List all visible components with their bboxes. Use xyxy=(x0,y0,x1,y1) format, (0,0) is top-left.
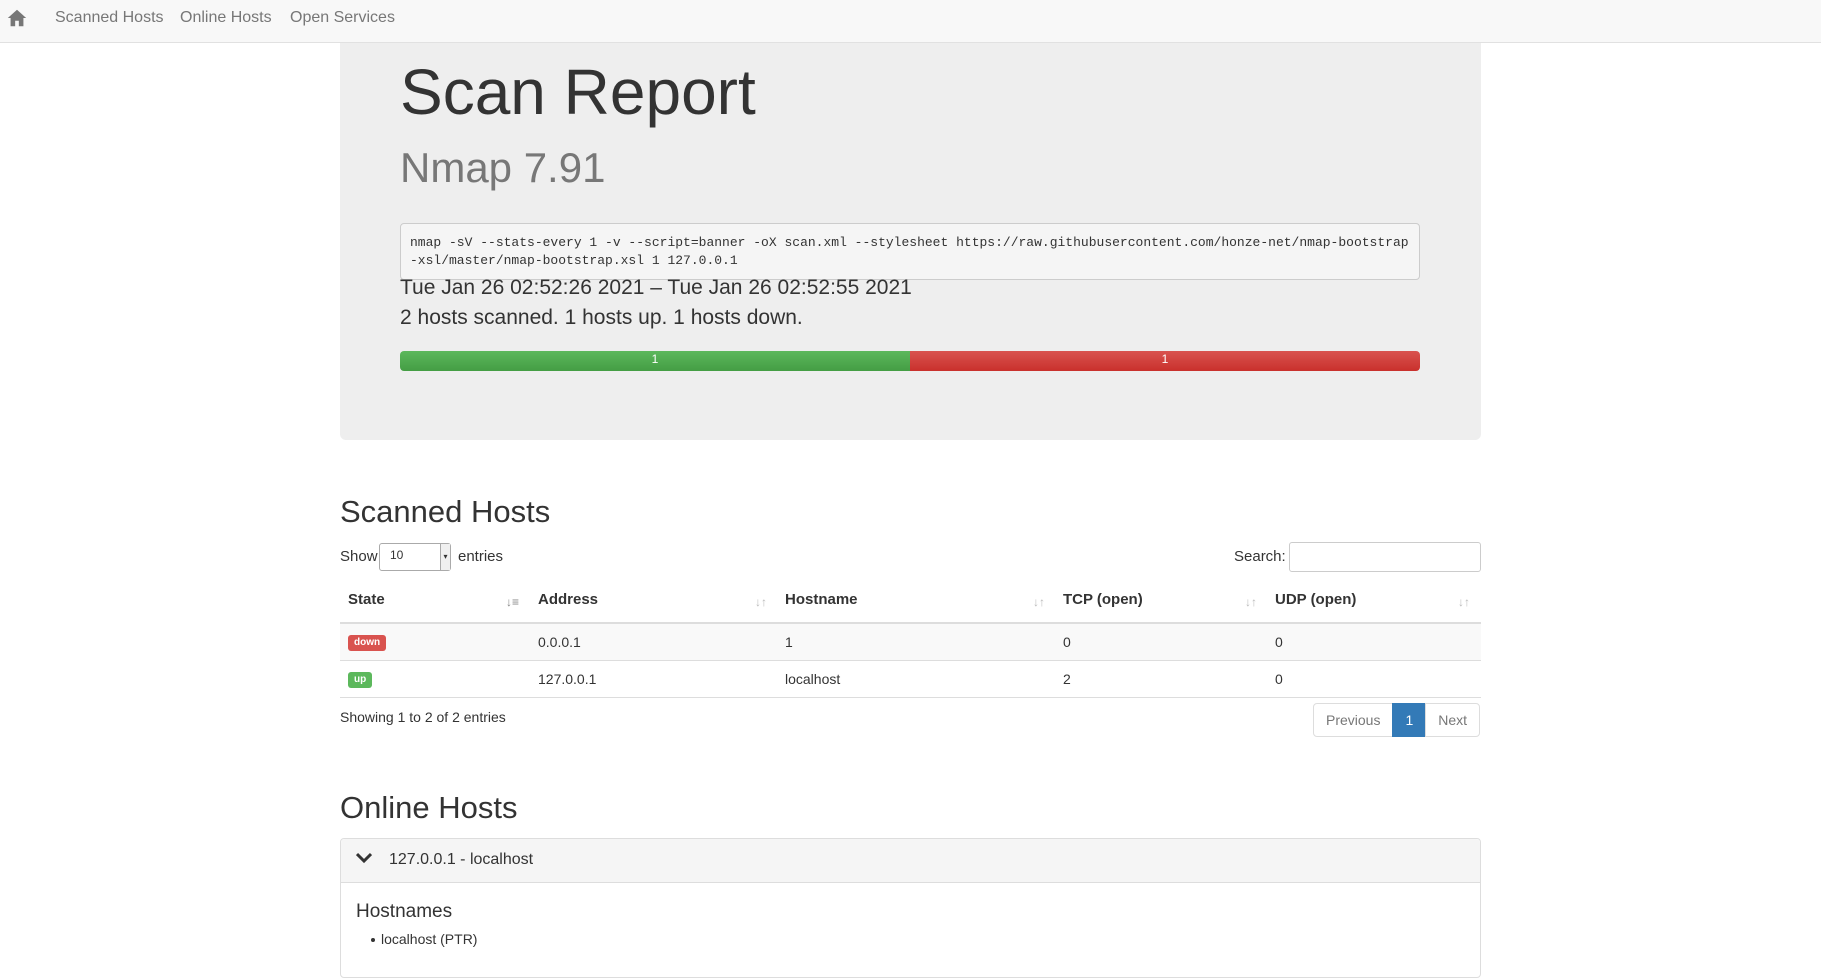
scanned-hosts-heading: Scanned Hosts xyxy=(340,494,551,529)
pagination: Previous 1 Next xyxy=(1313,703,1481,737)
home-icon[interactable] xyxy=(6,7,28,29)
hostname-entry: localhost (PTR) xyxy=(381,931,478,947)
col-udp[interactable]: UDP (open) xyxy=(1275,584,1356,622)
host-status-progress: 1 1 xyxy=(400,351,1420,371)
sort-icon: ↓↑ xyxy=(1245,595,1257,609)
table-header: State ↓≡ Address ↓↑ Hostname ↓↑ TCP (ope… xyxy=(340,584,1481,624)
report-header: Scan Report Nmap 7.91 nmap -sV --stats-e… xyxy=(340,43,1481,440)
status-badge: up xyxy=(348,672,373,689)
select-arrow-icon: ▾ xyxy=(440,544,450,570)
udp-cell: 0 xyxy=(1275,671,1283,687)
hostnames-heading: Hostnames xyxy=(356,901,453,922)
address-cell: 0.0.0.1 xyxy=(538,634,581,650)
scan-time-range: Tue Jan 26 02:52:26 2021 – Tue Jan 26 02… xyxy=(400,276,912,299)
nmap-command: nmap -sV --stats-every 1 -v --script=ban… xyxy=(400,223,1420,280)
table-info: Showing 1 to 2 of 2 entries xyxy=(340,709,506,725)
host-panel: 127.0.0.1 - localhost Hostnames localhos… xyxy=(340,838,1481,978)
page-title: Scan Report xyxy=(400,56,756,128)
entries-select-value: 10 xyxy=(390,548,404,562)
entries-select[interactable]: 10 ▾ xyxy=(379,543,451,571)
list-item: localhost (PTR) xyxy=(371,931,477,947)
search-label: Search: xyxy=(1234,548,1286,565)
page-1-button[interactable]: 1 xyxy=(1392,703,1427,737)
online-hosts-heading: Online Hosts xyxy=(340,790,518,825)
hosts-up-bar: 1 xyxy=(400,351,910,371)
col-tcp-label: TCP (open) xyxy=(1063,591,1143,608)
chevron-down-icon xyxy=(356,852,372,864)
col-address-label: Address xyxy=(538,591,599,608)
col-tcp[interactable]: TCP (open) xyxy=(1063,584,1143,622)
col-hostname-label: Hostname xyxy=(785,591,858,608)
sort-icon: ↓↑ xyxy=(755,595,767,609)
sort-icon: ↓↑ xyxy=(1033,595,1045,609)
hostname-cell: 1 xyxy=(785,634,793,650)
navbar: Scanned Hosts Online Hosts Open Services xyxy=(0,0,1821,43)
hostname-cell: localhost xyxy=(785,671,841,687)
address-cell: 127.0.0.1 xyxy=(538,671,597,687)
sort-asc-icon: ↓≡ xyxy=(506,595,520,609)
udp-cell: 0 xyxy=(1275,634,1283,650)
next-button[interactable]: Next xyxy=(1425,703,1481,737)
host-panel-title: 127.0.0.1 - localhost xyxy=(389,851,534,868)
nav-online-hosts[interactable]: Online Hosts xyxy=(180,9,272,27)
entries-label: entries xyxy=(458,548,504,565)
nav-open-services[interactable]: Open Services xyxy=(290,9,395,27)
tcp-cell: 2 xyxy=(1063,671,1071,687)
scanned-hosts-table: State ↓≡ Address ↓↑ Hostname ↓↑ TCP (ope… xyxy=(340,584,1481,698)
table-row: up 127.0.0.1 localhost 2 0 xyxy=(340,661,1481,698)
col-hostname[interactable]: Hostname xyxy=(785,584,858,622)
status-badge: down xyxy=(348,635,387,652)
previous-button[interactable]: Previous xyxy=(1313,703,1394,737)
scan-summary: 2 hosts scanned. 1 hosts up. 1 hosts dow… xyxy=(400,306,803,329)
search-input[interactable] xyxy=(1289,542,1481,572)
col-udp-label: UDP (open) xyxy=(1275,591,1357,608)
tcp-cell: 0 xyxy=(1063,634,1071,650)
hosts-down-bar: 1 xyxy=(910,351,1420,371)
nmap-version: Nmap 7.91 xyxy=(400,144,606,191)
sort-icon: ↓↑ xyxy=(1458,595,1470,609)
bullet xyxy=(371,938,375,943)
col-state-label: State xyxy=(348,591,385,608)
col-address[interactable]: Address xyxy=(538,584,598,622)
nav-scanned-hosts[interactable]: Scanned Hosts xyxy=(55,9,164,27)
host-panel-heading[interactable]: 127.0.0.1 - localhost xyxy=(341,839,1480,883)
show-label: Show xyxy=(340,548,378,565)
state-cell: up xyxy=(348,661,373,697)
hostnames-list: localhost (PTR) xyxy=(371,931,477,947)
table-row: down 0.0.0.1 1 0 0 xyxy=(340,624,1481,661)
col-state[interactable]: State xyxy=(348,584,385,622)
state-cell: down xyxy=(348,624,387,660)
